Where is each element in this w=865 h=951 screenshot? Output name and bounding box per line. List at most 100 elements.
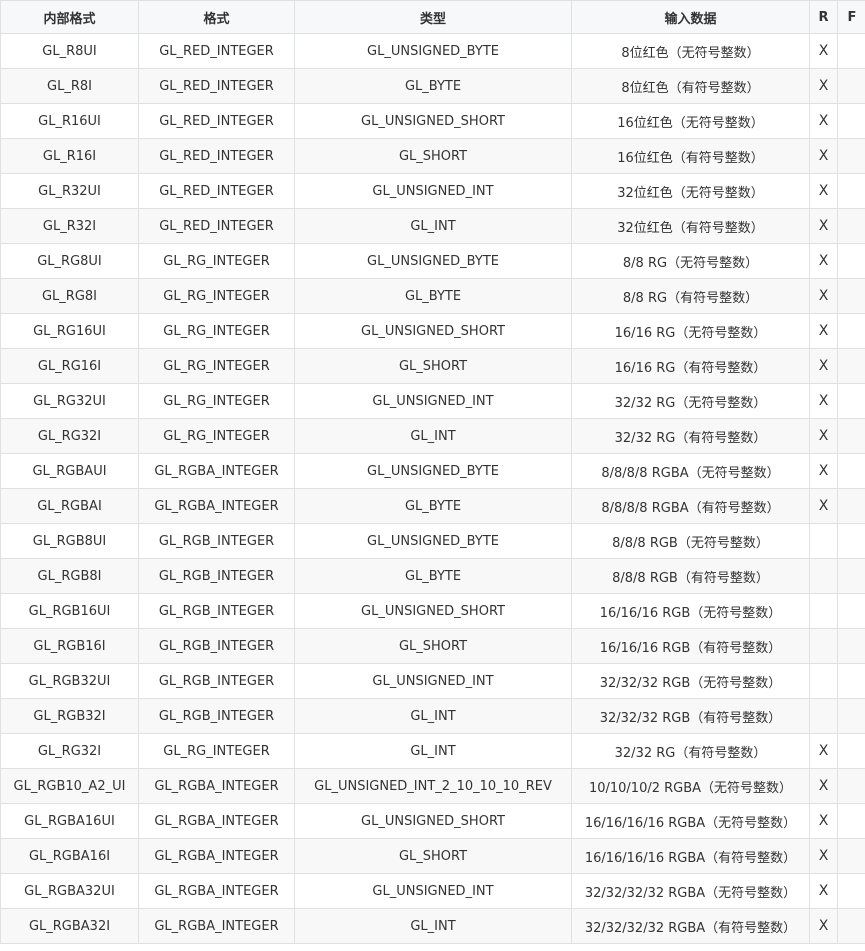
- type-cell: GL_INT: [294, 208, 572, 244]
- f-flag-cell: [837, 68, 865, 104]
- f-flag-cell: [837, 173, 865, 209]
- table-row: GL_RGB16UI GL_RGB_INTEGER GL_UNSIGNED_SHOR…: [0, 593, 865, 629]
- format-cell: GL_RGBA_INTEGER: [138, 453, 295, 489]
- r-flag-cell: X: [809, 733, 838, 769]
- f-flag-cell: [837, 838, 865, 874]
- internal-format-cell: GL_R8UI: [0, 33, 139, 69]
- table-row: GL_RG16I GL_RG_INTEGER GL_SHORT 16/16 RG（有符…: [0, 348, 865, 384]
- r-flag-cell: X: [809, 908, 838, 944]
- f-flag-cell: [837, 383, 865, 419]
- r-flag-cell: X: [809, 453, 838, 489]
- format-cell: GL_RG_INTEGER: [138, 243, 295, 279]
- f-flag-cell: [837, 313, 865, 349]
- table-row: GL_RG32UI GL_RG_INTEGER GL_UNSIGNED_INT 32/…: [0, 383, 865, 419]
- f-flag-cell: [837, 628, 865, 664]
- input-data-cell: 32/32 RG（有符号整数）: [571, 733, 810, 769]
- f-flag-cell: [837, 243, 865, 279]
- f-flag-cell: [837, 873, 865, 909]
- r-flag-cell: X: [809, 803, 838, 839]
- r-flag-cell: [809, 523, 838, 559]
- f-flag-cell: [837, 698, 865, 734]
- type-cell: GL_UNSIGNED_BYTE: [294, 33, 572, 69]
- r-flag-cell: X: [809, 103, 838, 139]
- f-flag-cell: [837, 103, 865, 139]
- r-flag-cell: X: [809, 313, 838, 349]
- format-cell: GL_RG_INTEGER: [138, 418, 295, 454]
- internal-format-cell: GL_RG32I: [0, 733, 139, 769]
- format-cell: GL_RED_INTEGER: [138, 33, 295, 69]
- header-type: 类型: [294, 0, 572, 34]
- format-cell: GL_RGBA_INTEGER: [138, 838, 295, 874]
- internal-format-cell: GL_RG16I: [0, 348, 139, 384]
- f-flag-cell: [837, 348, 865, 384]
- internal-format-cell: GL_RGB32UI: [0, 663, 139, 699]
- internal-format-cell: GL_RGBAUI: [0, 453, 139, 489]
- input-data-cell: 16/16/16 RGB（无符号整数）: [571, 593, 810, 629]
- format-cell: GL_RED_INTEGER: [138, 103, 295, 139]
- type-cell: GL_UNSIGNED_SHORT: [294, 803, 572, 839]
- header-internal-format: 内部格式: [0, 0, 139, 34]
- table-row: GL_RGB32UI GL_RGB_INTEGER GL_UNSIGNED_INT 3…: [0, 663, 865, 699]
- f-flag-cell: [837, 138, 865, 174]
- internal-format-cell: GL_R8I: [0, 68, 139, 104]
- internal-format-cell: GL_RGBA32I: [0, 908, 139, 944]
- input-data-cell: 8/8/8 RGB（无符号整数）: [571, 523, 810, 559]
- f-flag-cell: [837, 488, 865, 524]
- r-flag-cell: X: [809, 173, 838, 209]
- input-data-cell: 32/32/32/32 RGBA（无符号整数）: [571, 873, 810, 909]
- internal-format-cell: GL_RG16UI: [0, 313, 139, 349]
- table-row: GL_RGB10_A2_UI GL_RGBA_INTEGER GL_UNSIGNED…: [0, 768, 865, 804]
- type-cell: GL_BYTE: [294, 488, 572, 524]
- table-row: GL_RGB32I GL_RGB_INTEGER GL_INT 32/32/32 RG…: [0, 698, 865, 734]
- input-data-cell: 8/8 RG（有符号整数）: [571, 278, 810, 314]
- type-cell: GL_UNSIGNED_BYTE: [294, 523, 572, 559]
- table-row: GL_RGBAI GL_RGBA_INTEGER GL_BYTE 8/8/8/8 RG…: [0, 488, 865, 524]
- input-data-cell: 8位红色（有符号整数）: [571, 68, 810, 104]
- format-cell: GL_RG_INTEGER: [138, 348, 295, 384]
- r-flag-cell: [809, 558, 838, 594]
- r-flag-cell: [809, 593, 838, 629]
- type-cell: GL_BYTE: [294, 68, 572, 104]
- header-f: F: [837, 0, 865, 34]
- internal-format-cell: GL_RGBA16I: [0, 838, 139, 874]
- header-r: R: [809, 0, 838, 34]
- r-flag-cell: X: [809, 348, 838, 384]
- internal-format-cell: GL_R16UI: [0, 103, 139, 139]
- table-row: GL_RGBA32I GL_RGBA_INTEGER GL_INT 32/32/32/…: [0, 908, 865, 944]
- f-flag-cell: [837, 558, 865, 594]
- f-flag-cell: [837, 453, 865, 489]
- r-flag-cell: X: [809, 208, 838, 244]
- input-data-cell: 10/10/10/2 RGBA（无符号整数）: [571, 768, 810, 804]
- input-data-cell: 32位红色（有符号整数）: [571, 208, 810, 244]
- format-cell: GL_RG_INTEGER: [138, 313, 295, 349]
- r-flag-cell: X: [809, 418, 838, 454]
- input-data-cell: 32位红色（无符号整数）: [571, 173, 810, 209]
- table-row: GL_R8I GL_RED_INTEGER GL_BYTE 8位红色（有符号整数） X: [0, 68, 865, 104]
- input-data-cell: 8/8/8 RGB（有符号整数）: [571, 558, 810, 594]
- table-row: GL_RGB8I GL_RGB_INTEGER GL_BYTE 8/8/8 RGB（有…: [0, 558, 865, 594]
- type-cell: GL_INT: [294, 698, 572, 734]
- internal-format-cell: GL_RG32UI: [0, 383, 139, 419]
- input-data-cell: 16/16/16/16 RGBA（有符号整数）: [571, 838, 810, 874]
- type-cell: GL_INT: [294, 418, 572, 454]
- input-data-cell: 16/16/16/16 RGBA（无符号整数）: [571, 803, 810, 839]
- f-flag-cell: [837, 908, 865, 944]
- type-cell: GL_BYTE: [294, 558, 572, 594]
- f-flag-cell: [837, 663, 865, 699]
- table-row: GL_RGBA32UI GL_RGBA_INTEGER GL_UNSIGNED_IN…: [0, 873, 865, 909]
- internal-format-cell: GL_RGB8I: [0, 558, 139, 594]
- table-row: GL_RG8UI GL_RG_INTEGER GL_UNSIGNED_BYTE 8/8…: [0, 243, 865, 279]
- f-flag-cell: [837, 208, 865, 244]
- table-header-row: 内部格式 格式 类型 输入数据 R F: [0, 0, 865, 34]
- table-row: GL_RG32I GL_RG_INTEGER GL_INT 32/32 RG（有符号整…: [0, 733, 865, 769]
- internal-format-cell: GL_RG8UI: [0, 243, 139, 279]
- format-cell: GL_RGB_INTEGER: [138, 628, 295, 664]
- r-flag-cell: X: [809, 243, 838, 279]
- format-cell: GL_RED_INTEGER: [138, 68, 295, 104]
- r-flag-cell: X: [809, 838, 838, 874]
- r-flag-cell: [809, 663, 838, 699]
- format-cell: GL_RGBA_INTEGER: [138, 873, 295, 909]
- table-body: GL_R8UI GL_RED_INTEGER GL_UNSIGNED_BYTE 8位红…: [0, 33, 865, 944]
- table-row: GL_RGBA16UI GL_RGBA_INTEGER GL_UNSIGNED_SH…: [0, 803, 865, 839]
- table-row: GL_R32UI GL_RED_INTEGER GL_UNSIGNED_INT 32位…: [0, 173, 865, 209]
